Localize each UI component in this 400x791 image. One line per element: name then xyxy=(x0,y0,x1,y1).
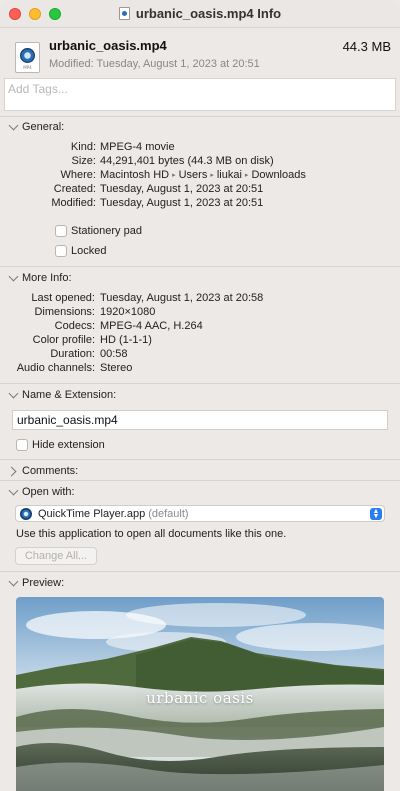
section-name-extension[interactable]: Name & Extension: xyxy=(0,388,400,405)
section-preview[interactable]: Preview: xyxy=(0,576,400,593)
window-title: urbanic_oasis.mp4 Info xyxy=(0,6,400,21)
general-row-where: Where: Macintosh HD ▸ Users ▸ liukai ▸ Downloa… xyxy=(60,169,306,181)
more-info-row: Audio channels: Stereo xyxy=(16,362,133,374)
open-with-description: Use this application to open all documen… xyxy=(16,528,287,540)
video-preview[interactable]: urbanic oasis xyxy=(16,597,384,791)
chevron-down-icon[interactable] xyxy=(8,485,19,496)
general-row-kind: Kind: MPEG-4 movie xyxy=(70,141,175,153)
checkbox-box[interactable] xyxy=(55,225,67,237)
chevron-right-icon[interactable] xyxy=(6,466,17,477)
divider xyxy=(0,383,400,384)
divider xyxy=(0,266,400,267)
chevron-down-icon[interactable] xyxy=(8,120,19,131)
more-info-row: Color profile: HD (1-1-1) xyxy=(32,334,152,346)
chevron-down-icon[interactable] xyxy=(8,271,19,282)
updown-chevron-icon[interactable]: ▲ ▼ xyxy=(370,508,382,520)
file-size: 44.3 MB xyxy=(342,39,391,54)
path-arrow-icon: ▸ xyxy=(244,172,249,179)
section-open-with[interactable]: Open with: xyxy=(0,485,400,502)
name-field[interactable] xyxy=(12,410,388,430)
checkbox-box[interactable] xyxy=(55,245,67,257)
file-modified: Modified: Tuesday, August 1, 2023 at 20:… xyxy=(49,58,260,70)
name-input[interactable] xyxy=(13,411,387,429)
section-general-label: General: xyxy=(22,121,65,133)
tags-placeholder: Add Tags... xyxy=(8,82,68,96)
divider xyxy=(0,571,400,572)
tags-field[interactable]: Add Tags... xyxy=(4,78,396,111)
checkbox-box[interactable] xyxy=(16,439,28,451)
info-window: urbanic_oasis.mp4 Info MP4 urbanic_oasis… xyxy=(0,0,400,791)
preview-caption: urbanic oasis xyxy=(146,689,254,707)
section-general[interactable]: General: xyxy=(0,120,400,137)
chevron-down-icon[interactable] xyxy=(8,576,19,587)
path-arrow-icon: ▸ xyxy=(172,172,176,179)
app-default-label: (default) xyxy=(148,508,189,520)
titlebar[interactable]: urbanic_oasis.mp4 Info xyxy=(0,0,400,28)
divider xyxy=(0,480,400,481)
open-with-select[interactable]: QuickTime Player.app (default) ▲ ▼ xyxy=(15,505,385,522)
chevron-down-icon[interactable] xyxy=(8,388,19,399)
general-row-created: Created: Tuesday, August 1, 2023 at 20:5… xyxy=(53,183,264,195)
change-all-button[interactable]: Change All... xyxy=(15,547,97,565)
quicktime-movie-icon: MP4 xyxy=(15,42,40,73)
app-name: QuickTime Player.app xyxy=(38,508,146,520)
file-header: MP4 urbanic_oasis.mp4 44.3 MB Modified: … xyxy=(0,28,400,78)
general-row-modified: Modified: Tuesday, August 1, 2023 at 20:… xyxy=(51,197,264,209)
more-info-row: Duration: 00:58 xyxy=(50,348,128,360)
section-more-info[interactable]: More Info: xyxy=(0,271,400,288)
where-path: Macintosh HD ▸ Users ▸ liukai ▸ Downloads xyxy=(100,169,306,181)
more-info-row: Codecs: MPEG-4 AAC, H.264 xyxy=(54,320,203,332)
divider xyxy=(0,116,400,117)
file-name: urbanic_oasis.mp4 xyxy=(49,38,167,53)
general-row-size: Size: 44,291,401 bytes (44.3 MB on disk) xyxy=(71,155,274,167)
more-info-row: Dimensions: 1920×1080 xyxy=(34,306,156,318)
more-info-row: Last opened: Tuesday, August 1, 2023 at … xyxy=(31,292,264,304)
document-icon xyxy=(118,7,130,20)
divider xyxy=(0,459,400,460)
path-arrow-icon: ▸ xyxy=(210,172,214,179)
quicktime-icon xyxy=(20,508,32,520)
section-comments[interactable]: Comments: xyxy=(0,465,400,481)
